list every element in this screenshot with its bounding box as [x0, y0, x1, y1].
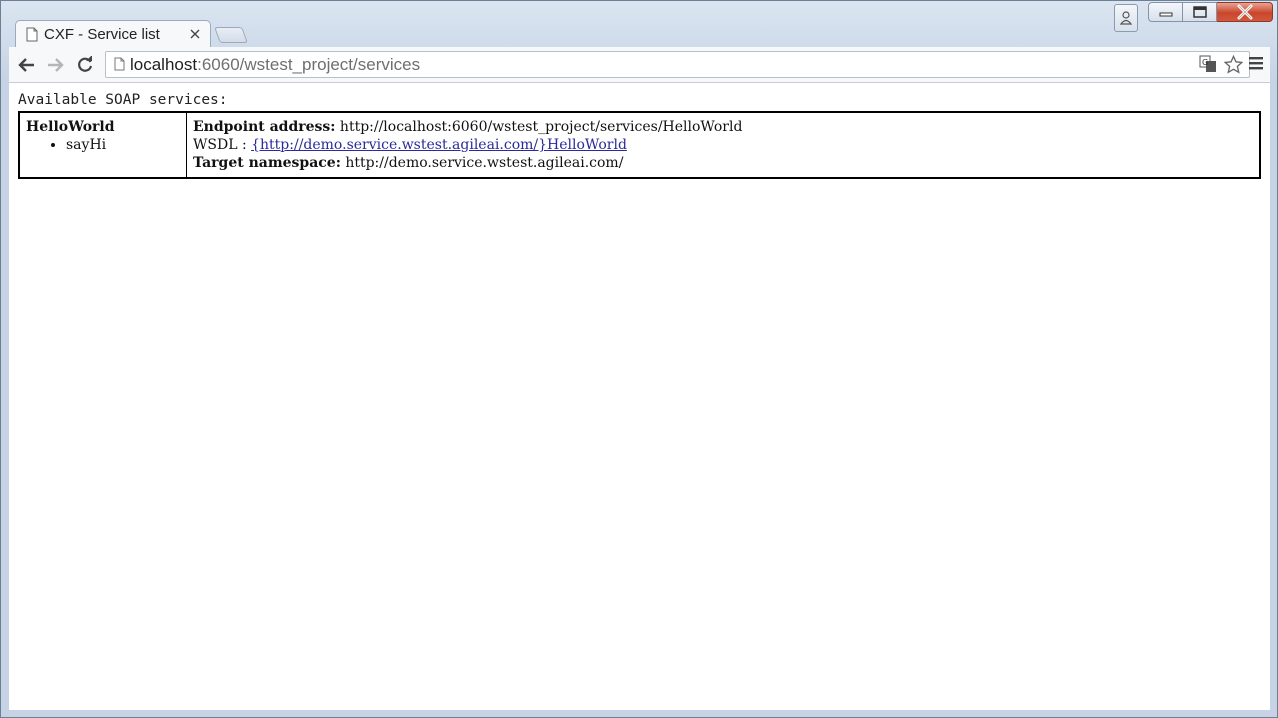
page-icon — [114, 57, 125, 71]
table-row: HelloWorld sayHi Endpoint address: http:… — [18, 111, 1261, 179]
wsdl-link[interactable]: {http://demo.service.wstest.agileai.com/… — [251, 137, 627, 153]
page-icon — [26, 27, 38, 41]
endpoint-address: http://localhost:6060/wstest_project/ser… — [339, 119, 743, 135]
namespace-row: Target namespace: http://demo.service.ws… — [193, 154, 1253, 172]
person-icon — [1120, 11, 1132, 25]
window-controls — [1114, 2, 1273, 32]
wsdl-row: WSDL : {http://demo.service.wstest.agile… — [193, 136, 1253, 154]
endpoint-label: Endpoint address: — [193, 119, 336, 135]
reload-button[interactable] — [73, 53, 97, 77]
services-table: HelloWorld sayHi Endpoint address: http:… — [18, 111, 1261, 179]
minimize-button[interactable] — [1148, 2, 1183, 22]
list-item: sayHi — [66, 136, 180, 154]
close-window-button[interactable] — [1217, 2, 1273, 22]
arrow-right-icon — [48, 58, 64, 72]
minimize-icon — [1159, 12, 1172, 17]
service-details-cell: Endpoint address: http://localhost:6060/… — [186, 111, 1261, 179]
reload-icon — [78, 56, 93, 72]
translate-icon[interactable]: G — [1199, 55, 1217, 73]
browser-window: CXF - Service list localhost:6060/wstest… — [0, 0, 1278, 718]
target-namespace: http://demo.service.wstest.agileai.com/ — [345, 155, 624, 171]
maximize-button[interactable] — [1183, 2, 1217, 22]
tab-cxf-service-list[interactable]: CXF - Service list — [15, 20, 211, 47]
page-heading: Available SOAP services: — [18, 92, 228, 108]
namespace-label: Target namespace: — [193, 155, 341, 171]
svg-text:G: G — [1202, 58, 1208, 67]
endpoint-row: Endpoint address: http://localhost:6060/… — [193, 118, 1253, 136]
address-bar[interactable]: localhost:6060/wstest_project/services G — [105, 51, 1250, 78]
page-content: Available SOAP services: HelloWorld sayH… — [9, 83, 1270, 179]
maximize-icon — [1192, 6, 1207, 18]
tab-title: CXF - Service list — [44, 25, 160, 43]
url-host: localhost — [130, 55, 198, 74]
tab-close-button[interactable] — [187, 26, 203, 42]
close-icon — [1237, 4, 1252, 20]
url-path: :6060/wstest_project/services — [197, 55, 421, 74]
service-name: HelloWorld — [26, 119, 115, 135]
operations-list: sayHi — [26, 136, 180, 154]
browser-toolbar: localhost:6060/wstest_project/services G — [9, 47, 1270, 83]
chrome-menu-button[interactable] — [1248, 55, 1266, 73]
back-button[interactable] — [15, 53, 39, 77]
bookmark-star-icon[interactable] — [1224, 55, 1243, 74]
new-tab-button[interactable] — [214, 27, 248, 43]
forward-button[interactable] — [43, 53, 67, 77]
service-name-cell: HelloWorld sayHi — [18, 111, 187, 179]
page-viewport: Available SOAP services: HelloWorld sayH… — [9, 83, 1270, 710]
close-icon — [190, 29, 200, 39]
arrow-left-icon — [18, 58, 34, 72]
profile-button[interactable] — [1114, 4, 1138, 32]
wsdl-label: WSDL : — [193, 137, 247, 153]
url-text: localhost:6060/wstest_project/services — [130, 55, 420, 75]
hamburger-icon — [1249, 57, 1263, 70]
